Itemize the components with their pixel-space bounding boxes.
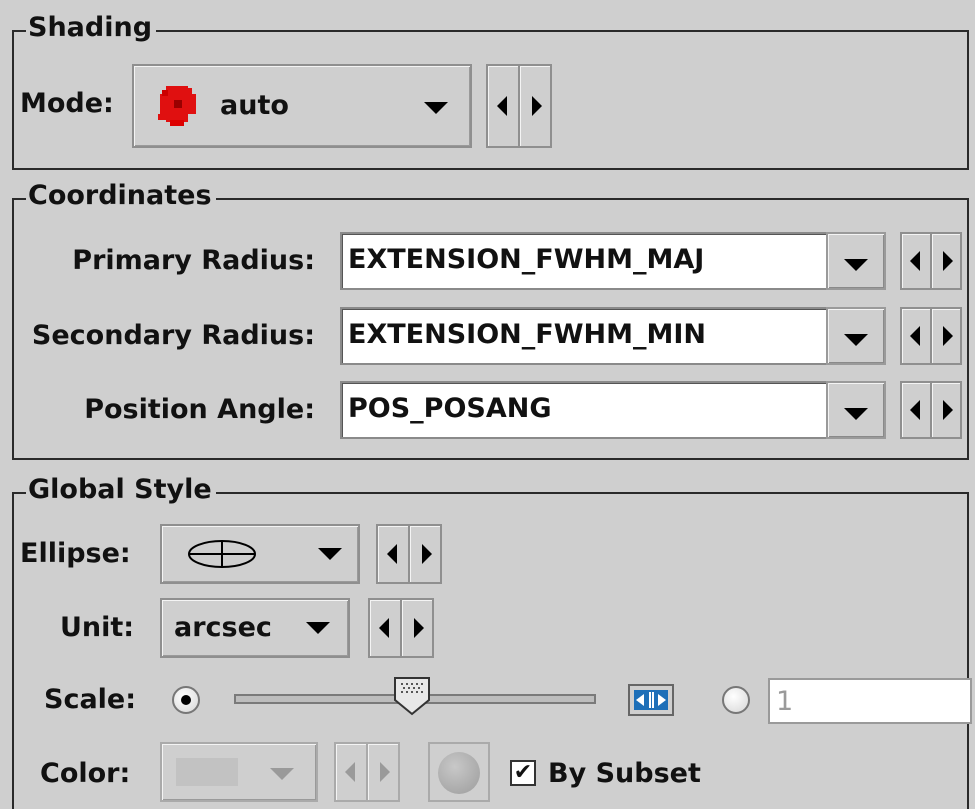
ellipse-cross-icon bbox=[188, 540, 256, 568]
by-subset-label: By Subset bbox=[548, 758, 701, 789]
next-button[interactable] bbox=[932, 232, 962, 290]
arrow-left-icon bbox=[910, 251, 920, 271]
primary-radius-value: EXTENSION_FWHM_MAJ bbox=[348, 244, 705, 275]
arrow-right-icon bbox=[532, 96, 542, 116]
previous-button[interactable] bbox=[486, 64, 520, 148]
next-button[interactable] bbox=[402, 598, 434, 658]
ellipse-label: Ellipse: bbox=[20, 538, 131, 569]
chevron-down-icon bbox=[270, 768, 294, 780]
next-button[interactable] bbox=[932, 381, 962, 439]
next-button[interactable] bbox=[932, 307, 962, 365]
position-angle-label: Position Angle: bbox=[84, 394, 315, 425]
arrow-right-icon bbox=[943, 326, 953, 346]
auto-scale-button[interactable] bbox=[628, 684, 674, 716]
color-label: Color: bbox=[40, 758, 131, 789]
secondary-radius-label: Secondary Radius: bbox=[31, 320, 315, 351]
arrow-left-icon bbox=[910, 326, 920, 346]
radio-selected-dot bbox=[181, 695, 191, 705]
position-angle-value: POS_POSANG bbox=[348, 393, 552, 424]
chevron-down-icon bbox=[844, 408, 868, 420]
unit-stepper[interactable] bbox=[368, 598, 434, 658]
global-style-title: Global Style bbox=[26, 472, 216, 508]
mode-stepper[interactable] bbox=[486, 64, 552, 148]
color-swatch bbox=[176, 758, 238, 786]
fit-arrows-icon bbox=[634, 690, 668, 710]
arrow-left-icon bbox=[345, 762, 355, 782]
next-button[interactable] bbox=[520, 64, 552, 148]
position-angle-field[interactable]: POS_POSANG bbox=[340, 381, 828, 439]
previous-button[interactable] bbox=[900, 307, 932, 365]
mode-label: Mode: bbox=[20, 88, 114, 119]
color-chooser-button[interactable] bbox=[428, 742, 490, 802]
arrow-right-icon bbox=[380, 762, 390, 782]
arrow-right-icon bbox=[414, 618, 424, 638]
chevron-down-icon bbox=[424, 102, 448, 114]
unit-value: arcsec bbox=[174, 612, 272, 643]
chevron-down-icon bbox=[306, 622, 330, 634]
chevron-down-icon bbox=[844, 259, 868, 271]
red-blob-icon bbox=[158, 86, 196, 126]
scale-text-value: 1 bbox=[776, 686, 794, 717]
next-button[interactable] bbox=[368, 742, 400, 802]
chevron-down-icon bbox=[318, 548, 342, 560]
mode-combo[interactable]: auto bbox=[132, 64, 472, 148]
previous-button[interactable] bbox=[334, 742, 368, 802]
ellipse-stepper[interactable] bbox=[376, 524, 442, 584]
primary-radius-stepper[interactable] bbox=[900, 232, 962, 290]
global-style-group: Global Style Ellipse: Unit: arcsec Scale… bbox=[12, 472, 972, 809]
secondary-radius-dropdown-button[interactable] bbox=[826, 307, 886, 365]
shading-title: Shading bbox=[26, 10, 157, 46]
arrow-left-icon bbox=[379, 618, 389, 638]
previous-button[interactable] bbox=[376, 524, 410, 584]
coordinates-title: Coordinates bbox=[26, 178, 216, 214]
slider-thumb[interactable] bbox=[393, 676, 431, 716]
position-angle-stepper[interactable] bbox=[900, 381, 962, 439]
color-circle-icon bbox=[438, 752, 480, 794]
previous-button[interactable] bbox=[900, 232, 932, 290]
coordinates-group: Coordinates Primary Radius: EXTENSION_FW… bbox=[12, 178, 969, 460]
primary-radius-dropdown-button[interactable] bbox=[826, 232, 886, 290]
scale-text-field[interactable]: 1 bbox=[768, 678, 972, 724]
scale-slider[interactable] bbox=[234, 677, 596, 720]
primary-radius-field[interactable]: EXTENSION_FWHM_MAJ bbox=[340, 232, 828, 290]
scale-label: Scale: bbox=[44, 684, 137, 715]
chevron-down-icon bbox=[844, 334, 868, 346]
previous-button[interactable] bbox=[368, 598, 402, 658]
shading-group: Shading Mode: auto bbox=[12, 10, 969, 170]
secondary-radius-stepper[interactable] bbox=[900, 307, 962, 365]
color-stepper[interactable] bbox=[334, 742, 400, 802]
next-button[interactable] bbox=[410, 524, 442, 584]
arrow-right-icon bbox=[943, 251, 953, 271]
position-angle-dropdown-button[interactable] bbox=[826, 381, 886, 439]
ellipse-combo[interactable] bbox=[160, 524, 360, 584]
mode-value: auto bbox=[220, 90, 289, 121]
previous-button[interactable] bbox=[900, 381, 932, 439]
arrow-left-icon bbox=[497, 96, 507, 116]
arrow-right-icon bbox=[422, 544, 432, 564]
arrow-left-icon bbox=[387, 544, 397, 564]
unit-label: Unit: bbox=[60, 612, 135, 643]
primary-radius-label: Primary Radius: bbox=[72, 245, 315, 276]
by-subset-checkbox[interactable]: ✔ bbox=[510, 760, 536, 786]
arrow-left-icon bbox=[910, 400, 920, 420]
arrow-right-icon bbox=[943, 400, 953, 420]
secondary-radius-field[interactable]: EXTENSION_FWHM_MIN bbox=[340, 307, 828, 365]
unit-combo[interactable]: arcsec bbox=[160, 598, 350, 658]
secondary-radius-value: EXTENSION_FWHM_MIN bbox=[348, 319, 706, 350]
scale-text-radio[interactable] bbox=[722, 686, 750, 714]
scale-slider-radio[interactable] bbox=[172, 686, 200, 714]
color-combo[interactable] bbox=[160, 742, 318, 802]
